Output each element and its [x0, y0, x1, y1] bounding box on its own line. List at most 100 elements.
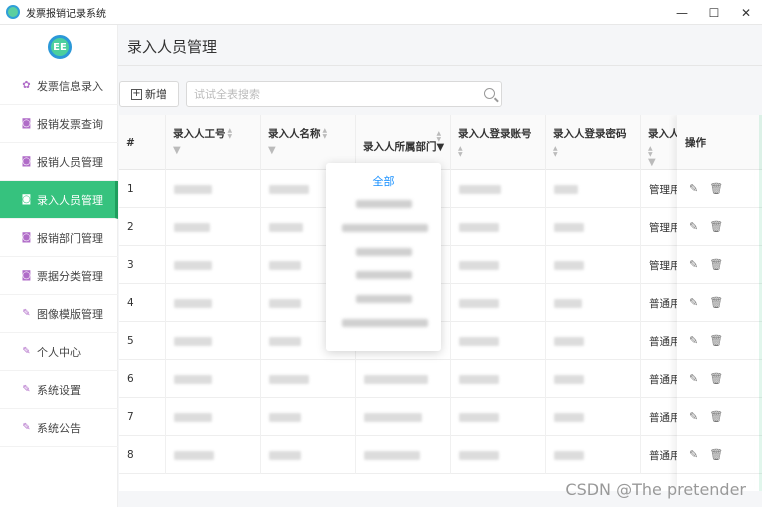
- filter-option[interactable]: [342, 224, 428, 232]
- sidebar-item-reimburser-management[interactable]: ◙ 报销人员管理: [0, 143, 118, 181]
- trash-icon[interactable]: 🗑: [709, 182, 723, 195]
- column-header-staff-name[interactable]: 录入人名称 ▲ ▼ ▼: [261, 115, 356, 170]
- row-actions: ✎ 🗑: [677, 246, 754, 284]
- filter-option[interactable]: [356, 271, 412, 279]
- edit-icon[interactable]: ✎: [689, 410, 698, 423]
- logo-text: EE: [53, 41, 67, 53]
- sidebar-item-label: 系统公告: [37, 421, 81, 435]
- sidebar-item-department-management[interactable]: ◙ 报销部门管理: [0, 219, 118, 257]
- table-row[interactable]: 7 普通用: [119, 398, 762, 436]
- search-icon[interactable]: [484, 88, 495, 99]
- column-header-login-account[interactable]: 录入人登录账号 ▲ ▼: [451, 115, 546, 170]
- column-header-login-password[interactable]: 录入人登录密码 ▲ ▼: [546, 115, 641, 170]
- pencil-icon: ✎: [22, 384, 31, 395]
- edit-icon[interactable]: ✎: [689, 296, 698, 309]
- sidebar-item-invoice-query[interactable]: ◙ 报销发票查询: [0, 105, 118, 143]
- sort-icon[interactable]: ▲ ▼ ▼: [437, 131, 447, 153]
- sort-icon[interactable]: ▲ ▼: [458, 146, 468, 158]
- trash-icon[interactable]: 🗑: [709, 220, 723, 233]
- trash-icon[interactable]: 🗑: [709, 258, 723, 271]
- column-header-operations: 操作: [677, 115, 754, 170]
- watermark: CSDN @The pretender: [565, 480, 746, 499]
- filter-option[interactable]: [342, 319, 428, 327]
- header-divider: [118, 65, 762, 66]
- cell-index: 3: [119, 246, 166, 284]
- cell-login-account: [451, 246, 546, 284]
- cell-department: [356, 360, 451, 398]
- table-row[interactable]: 6 普通用: [119, 360, 762, 398]
- trash-icon[interactable]: 🗑: [709, 334, 723, 347]
- sidebar-item-personal-center[interactable]: ✎ 个人中心: [0, 333, 118, 371]
- cell-login-account: [451, 360, 546, 398]
- close-button[interactable]: ✕: [730, 0, 762, 25]
- sidebar-menu: ✿ 发票信息录入 ◙ 报销发票查询 ◙ 报销人员管理 ◙ 录入人员管理 ◙ 报销部门管理 …: [0, 67, 118, 447]
- search-input[interactable]: [194, 87, 474, 101]
- edit-icon[interactable]: ✎: [689, 182, 698, 195]
- trash-icon[interactable]: 🗑: [709, 296, 723, 309]
- edit-icon[interactable]: ✎: [689, 258, 698, 271]
- sidebar-item-entry-staff-management[interactable]: ◙ 录入人员管理: [0, 181, 118, 219]
- sidebar-item-system-announcements[interactable]: ✎ 系统公告: [0, 409, 118, 447]
- filter-option-all[interactable]: 全部: [326, 173, 441, 189]
- edit-icon[interactable]: ✎: [689, 448, 698, 461]
- filter-option[interactable]: [356, 200, 412, 208]
- table-row[interactable]: 8 普通用: [119, 436, 762, 474]
- cell-staff-name: [261, 360, 356, 398]
- column-header-label: 录入人所属部门: [363, 141, 437, 153]
- row-actions: ✎ 🗑: [677, 284, 754, 322]
- cell-index: 4: [119, 284, 166, 322]
- operations-column: 操作 ✎ 🗑 ✎ 🗑 ✎ 🗑 ✎ 🗑 ✎ 🗑 ✎ 🗑 ✎ 🗑 ✎ 🗑: [677, 115, 754, 491]
- row-actions: ✎ 🗑: [677, 398, 754, 436]
- edit-icon[interactable]: ✎: [689, 220, 698, 233]
- edit-icon[interactable]: ✎: [689, 372, 698, 385]
- trash-icon[interactable]: 🗑: [709, 448, 723, 461]
- cell-login-account: [451, 322, 546, 360]
- trash-icon[interactable]: 🗑: [709, 372, 723, 385]
- cell-login-account: [451, 398, 546, 436]
- add-button-label: 新增: [145, 88, 167, 101]
- trash-icon[interactable]: 🗑: [709, 410, 723, 423]
- sidebar-item-label: 个人中心: [37, 345, 81, 359]
- cell-department: [356, 436, 451, 474]
- pencil-icon: ✎: [22, 346, 31, 357]
- column-header-label: #: [126, 137, 135, 149]
- sidebar-item-bill-category-management[interactable]: ◙ 票据分类管理: [0, 257, 118, 295]
- table-header: # 录入人工号 ▲ ▼ ▼ 录入人名称 ▲ ▼ ▼ 录入人所属部门▲ ▼ ▼ 录入人登录账号 ▲…: [119, 115, 762, 170]
- sidebar-item-system-settings[interactable]: ✎ 系统设置: [0, 371, 118, 409]
- filter-option[interactable]: [356, 248, 412, 256]
- cell-staff-id: [166, 284, 261, 322]
- filter-icon[interactable]: ▼: [268, 146, 278, 156]
- cell-login-password: [546, 360, 641, 398]
- sort-icon[interactable]: ▲ ▼: [228, 128, 236, 140]
- column-header-staff-id[interactable]: 录入人工号 ▲ ▼ ▼: [166, 115, 261, 170]
- window-controls: — ☐ ✕: [666, 0, 762, 25]
- sort-icon[interactable]: ▲ ▼ ▼: [648, 146, 658, 168]
- sidebar-item-invoice-entry[interactable]: ✿ 发票信息录入: [0, 67, 118, 105]
- sidebar-item-image-template-management[interactable]: ✎ 图像模版管理: [0, 295, 118, 333]
- camera-icon: ◙: [21, 194, 32, 205]
- search-box: [186, 81, 502, 107]
- sidebar-item-label: 报销部门管理: [37, 231, 103, 245]
- column-header-department[interactable]: 录入人所属部门▲ ▼ ▼: [356, 115, 451, 170]
- cell-login-password: [546, 208, 641, 246]
- sort-icon[interactable]: ▲ ▼: [323, 128, 331, 140]
- maximize-button[interactable]: ☐: [698, 0, 730, 25]
- row-actions: ✎ 🗑: [677, 322, 754, 360]
- cell-staff-id: [166, 436, 261, 474]
- cell-staff-name: [261, 398, 356, 436]
- cell-index: 1: [119, 170, 166, 208]
- cell-index: 6: [119, 360, 166, 398]
- minimize-button[interactable]: —: [666, 0, 698, 25]
- sort-icon[interactable]: ▲ ▼: [553, 146, 563, 158]
- cell-login-password: [546, 170, 641, 208]
- sidebar-item-label: 报销人员管理: [37, 155, 103, 169]
- column-header-label: 录入人登录账号: [458, 128, 532, 140]
- filter-option[interactable]: [356, 295, 412, 303]
- add-button[interactable]: + 新增: [119, 81, 179, 107]
- edit-icon[interactable]: ✎: [689, 334, 698, 347]
- cell-staff-id: [166, 208, 261, 246]
- sidebar-item-label: 报销发票查询: [37, 117, 103, 131]
- filter-icon[interactable]: ▼: [173, 146, 183, 156]
- column-header-label: 录入人名称: [268, 128, 321, 140]
- cell-login-password: [546, 284, 641, 322]
